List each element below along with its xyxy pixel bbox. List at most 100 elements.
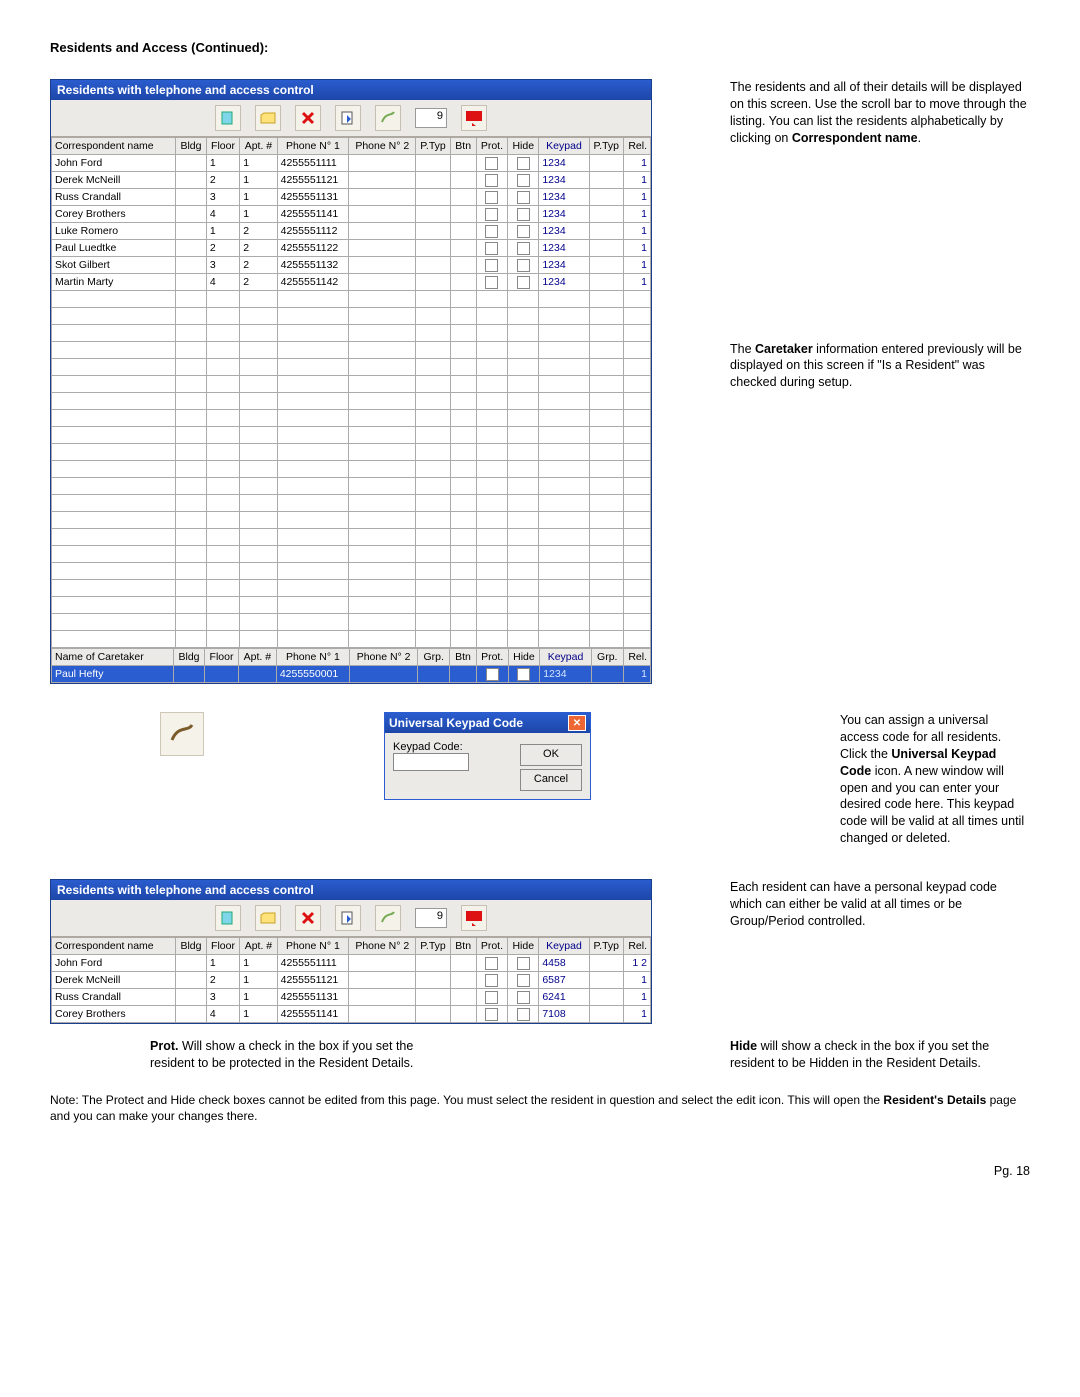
table-row[interactable]: Skot Gilbert32425555113212341 (52, 257, 651, 274)
table-row-empty (52, 614, 651, 631)
table-row-empty (52, 529, 651, 546)
column-header: Prot. (476, 938, 507, 955)
annotation-2: The Caretaker information entered previo… (730, 341, 1030, 392)
table-row-empty (52, 461, 651, 478)
table-row-empty (52, 410, 651, 427)
column-header: Keypad (539, 938, 589, 955)
page-title: Residents and Access (Continued): (50, 40, 1030, 55)
table-row-empty (52, 580, 651, 597)
universal-keypad-standalone-icon[interactable] (160, 712, 204, 756)
table-row[interactable]: Corey Brothers41425555114112341 (52, 206, 651, 223)
table-row[interactable]: Paul Luedtke22425555112212341 (52, 240, 651, 257)
exit-icon[interactable] (461, 105, 487, 131)
column-header: Bldg (176, 138, 207, 155)
folder-icon[interactable] (255, 105, 281, 131)
table-row[interactable]: John Ford11425555111112341 (52, 155, 651, 172)
checkbox (486, 668, 499, 681)
caretaker-table: Name of CaretakerBldgFloorApt. #Phone N°… (51, 648, 651, 683)
column-header: Prot. (476, 138, 507, 155)
column-header: Keypad (540, 649, 592, 666)
table-row-empty (52, 308, 651, 325)
count-field: 9 (415, 108, 447, 128)
import-icon[interactable] (335, 105, 361, 131)
universal-keypad-icon[interactable] (375, 905, 401, 931)
table-row-empty (52, 376, 651, 393)
table-row[interactable]: Derek McNeill21425555112112341 (52, 172, 651, 189)
column-header: Apt. # (240, 138, 277, 155)
checkbox (517, 1008, 530, 1021)
checkbox (485, 225, 498, 238)
delete-icon[interactable] (295, 105, 321, 131)
table-row[interactable]: Martin Marty42425555114212341 (52, 274, 651, 291)
window-titlebar-2: Residents with telephone and access cont… (51, 880, 651, 900)
toolbar-2: 9 (51, 900, 651, 937)
universal-keypad-dialog: Universal Keypad Code ✕ Keypad Code: OK … (384, 712, 591, 800)
column-header: P.Typ (416, 138, 450, 155)
checkbox (517, 242, 530, 255)
annotation-1: The residents and all of their details w… (730, 79, 1030, 147)
column-header: Floor (206, 138, 239, 155)
close-icon[interactable]: ✕ (568, 715, 586, 731)
page-number: Pg. 18 (50, 1164, 1030, 1178)
checkbox (517, 225, 530, 238)
checkbox (517, 974, 530, 987)
table-row-empty (52, 393, 651, 410)
checkbox (485, 191, 498, 204)
checkbox (517, 174, 530, 187)
annotation-hide: Hide will show a check in the box if you… (730, 1038, 1030, 1072)
checkbox (485, 1008, 498, 1021)
checkbox (517, 191, 530, 204)
checkbox (517, 668, 530, 681)
exit-icon[interactable] (461, 905, 487, 931)
table-row[interactable]: Derek McNeill21425555112165871 (52, 972, 651, 989)
checkbox (517, 957, 530, 970)
caretaker-row[interactable]: Paul Hefty425555000112341 (52, 666, 651, 683)
residents-window-1: Residents with telephone and access cont… (50, 79, 652, 684)
column-header[interactable]: Name of Caretaker (52, 649, 174, 666)
cancel-button[interactable]: Cancel (520, 769, 582, 791)
table-row[interactable]: Corey Brothers41425555114171081 (52, 1006, 651, 1023)
table-row[interactable]: Luke Romero12425555111212341 (52, 223, 651, 240)
column-header: Rel. (623, 138, 650, 155)
column-header: P.Typ (589, 138, 623, 155)
dialog-title: Universal Keypad Code (389, 716, 523, 730)
column-header: Hide (508, 938, 539, 955)
table-row-empty (52, 563, 651, 580)
checkbox (485, 957, 498, 970)
column-header: Rel. (623, 649, 650, 666)
import-icon[interactable] (335, 905, 361, 931)
checkbox (485, 259, 498, 272)
table-row[interactable]: Russ Crandall31425555113112341 (52, 189, 651, 206)
column-header: Phone N° 2 (349, 938, 416, 955)
note: Note: The Protect and Hide check boxes c… (50, 1092, 1030, 1124)
column-header: Btn (450, 938, 476, 955)
table-row[interactable]: Russ Crandall31425555113162411 (52, 989, 651, 1006)
checkbox (517, 259, 530, 272)
table-row[interactable]: John Ford11425555111144581 2 (52, 955, 651, 972)
checkbox (517, 208, 530, 221)
table-row-empty (52, 291, 651, 308)
toolbar: 9 (51, 100, 651, 137)
count-field-2: 9 (415, 908, 447, 928)
folder-icon[interactable] (255, 905, 281, 931)
column-header[interactable]: Correspondent name (52, 938, 176, 955)
table-row-empty (52, 495, 651, 512)
column-header: Apt. # (240, 938, 277, 955)
column-header: Keypad (539, 138, 589, 155)
column-header: Hide (508, 649, 540, 666)
column-header: Rel. (623, 938, 650, 955)
checkbox (517, 991, 530, 1004)
column-header: Prot. (476, 649, 508, 666)
checkbox (485, 974, 498, 987)
annotation-prot: Prot. Will show a check in the box if yo… (150, 1038, 450, 1072)
delete-icon[interactable] (295, 905, 321, 931)
new-icon[interactable] (215, 905, 241, 931)
column-header[interactable]: Correspondent name (52, 138, 176, 155)
keypad-code-input[interactable] (393, 753, 469, 771)
checkbox (485, 242, 498, 255)
new-icon[interactable] (215, 105, 241, 131)
column-header: Phone N° 1 (277, 138, 349, 155)
column-header: Bldg (176, 938, 207, 955)
ok-button[interactable]: OK (520, 744, 582, 766)
universal-keypad-icon[interactable] (375, 105, 401, 131)
